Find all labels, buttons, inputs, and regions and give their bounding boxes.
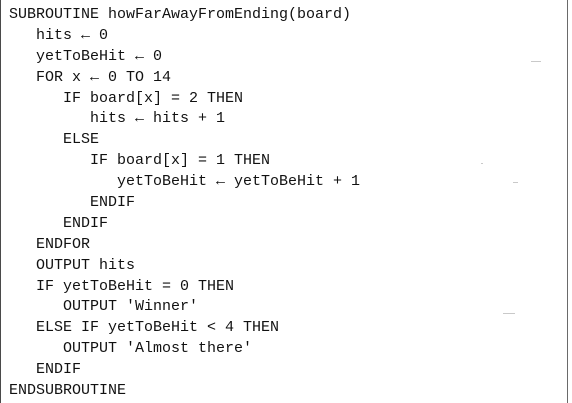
code-line-yettobehit-increment: yetToBeHit ← yetToBeHit + 1: [9, 173, 361, 191]
code-line-endfor: ENDFOR: [9, 235, 91, 253]
code-line-hits-increment: hits ← hits + 1: [9, 110, 226, 128]
code-line-output-winner: OUTPUT 'Winner': [9, 298, 199, 316]
scan-artifact: [503, 313, 515, 314]
scan-artifact: [481, 163, 483, 164]
code-line-if-ship: IF board[x] = 1 THEN: [9, 152, 271, 170]
scan-artifact: [513, 182, 518, 183]
code-line-if-winner: IF yetToBeHit = 0 THEN: [9, 277, 235, 295]
code-line-endsubroutine: ENDSUBROUTINE: [9, 382, 127, 400]
code-line-else: ELSE: [9, 131, 100, 149]
code-line-outer-endif: ENDIF: [9, 214, 109, 232]
code-line-hits-init: hits ← 0: [9, 26, 109, 44]
code-line-if-hit: IF board[x] = 2 THEN: [9, 89, 244, 107]
scan-artifact: [531, 61, 541, 62]
pseudocode-block: SUBROUTINE howFarAwayFromEnding(board) h…: [9, 5, 360, 402]
code-line-else-if-almost: ELSE IF yetToBeHit < 4 THEN: [9, 319, 280, 337]
code-line-yettobehit-init: yetToBeHit ← 0: [9, 47, 163, 65]
code-line-inner-endif: ENDIF: [9, 194, 136, 212]
code-line-output-almost: OUTPUT 'Almost there': [9, 340, 253, 358]
code-panel: SUBROUTINE howFarAwayFromEnding(board) h…: [0, 0, 568, 403]
code-line-for-loop: FOR x ← 0 TO 14: [9, 68, 172, 86]
code-line-final-endif: ENDIF: [9, 361, 82, 379]
code-line-output-hits: OUTPUT hits: [9, 256, 136, 274]
code-line-subroutine-header: SUBROUTINE howFarAwayFromEnding(board): [9, 6, 352, 23]
